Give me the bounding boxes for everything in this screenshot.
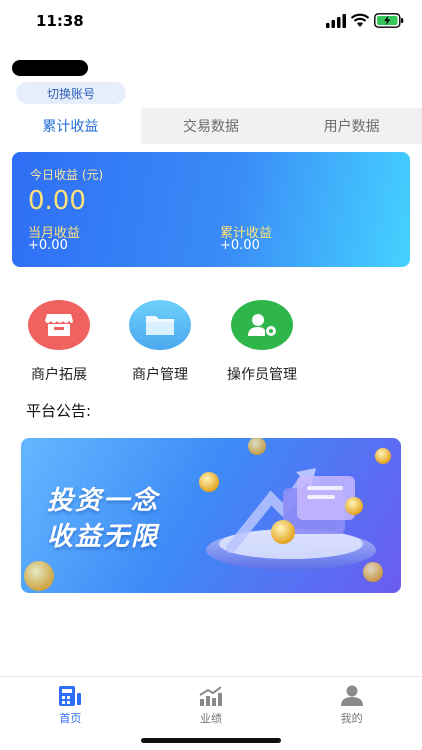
home-indicator (141, 738, 281, 743)
wifi-icon (350, 13, 370, 27)
month-earnings-value: +0.00 (28, 238, 68, 253)
chart-icon (199, 686, 222, 706)
banner-slogan-line2: 收益无限 (47, 522, 160, 552)
status-bar: 11:38 (0, 0, 422, 44)
operator-settings-icon (231, 300, 293, 350)
store-icon (28, 300, 90, 350)
today-earnings-value: 0.00 (28, 186, 86, 216)
feature-label: 商户管理 (132, 367, 188, 383)
feature-label: 商户拓展 (31, 367, 87, 383)
feature-label: 操作员管理 (227, 367, 297, 383)
merchant-expansion-button[interactable]: 商户拓展 (9, 300, 109, 384)
home-calculator-icon (59, 686, 82, 706)
redacted-account-name (12, 60, 88, 76)
tab-user-data[interactable]: 用户数据 (281, 108, 422, 144)
banner-slogan-line1: 投资一念 (47, 486, 160, 516)
tab-cumulative-earnings[interactable]: 累计收益 (0, 108, 141, 144)
profile-icon (340, 685, 363, 706)
tab-transaction-data[interactable]: 交易数据 (141, 108, 282, 144)
nav-item-home[interactable]: 首页 (0, 677, 141, 750)
total-earnings-value: +0.00 (220, 238, 260, 253)
today-earnings-label: 今日收益 (元) (30, 168, 104, 182)
status-time: 11:38 (36, 12, 84, 30)
merchant-management-button[interactable]: 商户管理 (110, 300, 210, 384)
tab-bar: 累计收益 交易数据 用户数据 (0, 108, 422, 144)
folder-icon (129, 300, 191, 350)
battery-charging-icon (374, 13, 404, 28)
promo-banner[interactable]: 投资一念 收益无限 (21, 438, 401, 593)
nav-label: 我的 (340, 712, 363, 725)
operator-management-button[interactable]: 操作员管理 (212, 300, 312, 384)
platform-notice-title: 平台公告: (26, 402, 92, 420)
nav-label: 首页 (59, 712, 82, 725)
nav-label: 业绩 (200, 712, 222, 725)
earnings-card: 今日收益 (元) 0.00 当月收益 +0.00 累计收益 +0.00 (12, 152, 410, 267)
switch-account-button[interactable]: 切换账号 (16, 82, 126, 104)
cellular-signal-icon (326, 14, 346, 28)
nav-item-mine[interactable]: 我的 (281, 677, 422, 750)
